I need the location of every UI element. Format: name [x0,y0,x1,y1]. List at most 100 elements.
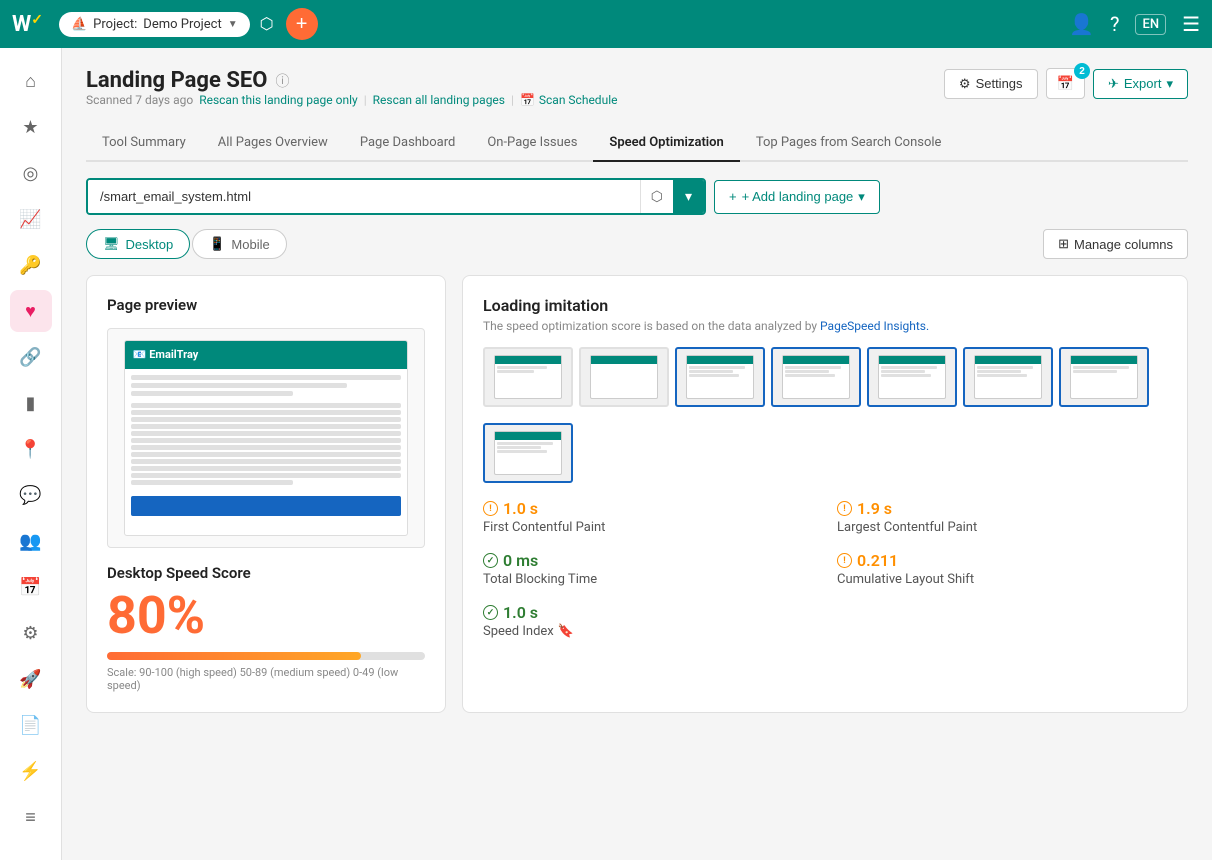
scanned-label: Scanned 7 days ago [86,93,193,107]
page-header: Landing Page SEO ⓘ Scanned 7 days ago Re… [86,68,1188,119]
pagespeed-link[interactable]: PageSpeed Insights. [820,319,929,333]
mock-line [131,383,347,388]
mobile-view-button[interactable]: 📱 Mobile [192,229,286,259]
scan-info: Scanned 7 days ago Rescan this landing p… [86,93,617,107]
metric-tbt-value: ✓ 0 ms [483,551,813,570]
thumb-header [591,356,658,364]
sidebar-item-analytics[interactable]: 📈 [10,198,52,240]
sidebar-item-home[interactable]: ⌂ [10,60,52,102]
screenshot-thumb-3[interactable] [675,347,765,407]
metric-si-value: ✓ 1.0 s [483,603,813,622]
plus-icon: + [729,189,737,204]
sidebar-item-rank[interactable]: ▮ [10,382,52,424]
sidebar-item-social[interactable]: 💬 [10,474,52,516]
calendar-small-icon: 📅 [520,93,535,107]
sidebar-item-links[interactable]: 🔗 [10,336,52,378]
sidebar-item-schedule[interactable]: 📅 [10,566,52,608]
open-project-link[interactable]: ⬡ [260,14,274,34]
metric-cls-label: Cumulative Layout Shift [837,572,1167,587]
sidebar-item-pdf[interactable]: 📄 [10,704,52,746]
screenshot-thumb-7[interactable] [1059,347,1149,407]
rescan-all-link[interactable]: Rescan all landing pages [373,93,505,107]
left-card: Page preview 📧 EmailTray [86,275,446,713]
speed-scale-label: Scale: 90-100 (high speed) 50-89 (medium… [107,666,425,692]
sidebar-item-team[interactable]: 👥 [10,520,52,562]
speed-score-title: Desktop Speed Score [107,564,425,582]
screenshot-thumb-1[interactable] [483,347,573,407]
mock-logo: 📧 EmailTray [133,348,199,361]
sidebar-item-globe[interactable]: ◎ [10,152,52,194]
help-icon[interactable]: ? [1110,12,1119,36]
warn-icon: ! [483,501,498,516]
sidebar-item-keywords[interactable]: 🔑 [10,244,52,286]
desktop-view-button[interactable]: 🖥 Desktop [86,229,190,259]
sidebar-item-automation[interactable]: ⚡ [10,750,52,792]
screenshot-thumb-4[interactable] [771,347,861,407]
rescan-page-link[interactable]: Rescan this landing page only [199,93,358,107]
mock-line [131,480,293,485]
info-icon[interactable]: ⓘ [275,71,289,91]
metric-tbt: ✓ 0 ms Total Blocking Time [483,551,813,587]
screenshot-thumb-5[interactable] [867,347,957,407]
screenshot-thumb-2[interactable] [579,347,669,407]
tab-page-dashboard[interactable]: Page Dashboard [344,125,472,162]
chevron-icon: ▾ [1166,76,1173,92]
calendar-button[interactable]: 📅 2 [1046,68,1085,99]
speed-bar-wrap [107,652,425,660]
metric-si: ✓ 1.0 s Speed Index 🔖 [483,603,813,639]
screenshots-row [483,347,1167,407]
menu-icon[interactable]: ☰ [1182,12,1200,36]
metric-cls: ! 0.211 Cumulative Layout Shift [837,551,1167,587]
metric-lcp: ! 1.9 s Largest Contentful Paint [837,499,1167,535]
scan-schedule-link[interactable]: 📅 Scan Schedule [520,93,618,107]
url-open-button[interactable]: ⬡ [640,180,673,213]
screenshots-row-2 [483,423,1167,483]
logo-check: ✓ [31,12,43,28]
add-button[interactable]: + [286,8,318,40]
url-input-wrap: ⬡ ▾ [86,178,706,215]
chevron-down-icon: ▼ [228,19,238,30]
settings-button[interactable]: ⚙ Settings [944,69,1038,99]
tab-on-page-issues[interactable]: On-Page Issues [471,125,593,162]
tab-all-pages[interactable]: All Pages Overview [202,125,344,162]
right-card: Loading imitation The speed optimization… [462,275,1188,713]
mock-content [125,369,407,522]
export-button[interactable]: ✈ Export ▾ [1093,69,1188,99]
tab-top-pages[interactable]: Top Pages from Search Console [740,125,958,162]
sidebar-item-reports[interactable]: ≡ [10,796,52,838]
sidebar-item-settings[interactable]: ⚙ [10,612,52,654]
tab-speed-optimization[interactable]: Speed Optimization [593,125,739,162]
sidebar-item-landing[interactable]: ♥ [10,290,52,332]
page-title: Landing Page SEO [86,68,267,93]
mock-line [131,375,401,380]
loading-title: Loading imitation [483,296,1167,315]
sidebar-item-rocket[interactable]: 🚀 [10,658,52,700]
warn-icon: ! [837,553,852,568]
tab-tool-summary[interactable]: Tool Summary [86,125,202,162]
url-bar-row: ⬡ ▾ + + Add landing page ▾ [86,178,1188,215]
thumb-lines [687,364,754,379]
url-dropdown-button[interactable]: ▾ [673,180,704,213]
metric-cls-value: ! 0.211 [837,551,1167,570]
screenshot-thumb-8[interactable] [483,423,573,483]
sidebar-item-favorites[interactable]: ★ [10,106,52,148]
sidebar-item-local[interactable]: 📍 [10,428,52,470]
sidebar: ⌂ ★ ◎ 📈 🔑 ♥ 🔗 ▮ 📍 💬 👥 📅 ⚙ 🚀 📄 ⚡ ≡ [0,48,62,860]
thumb-mock [1070,355,1139,400]
add-landing-page-button[interactable]: + + Add landing page ▾ [714,180,880,214]
screenshot-thumb-6[interactable] [963,347,1053,407]
thumb-header [879,356,946,364]
mock-col [131,403,401,485]
manage-columns-button[interactable]: ⊞ Manage columns [1043,229,1188,259]
language-selector[interactable]: EN [1135,14,1166,35]
mock-line [131,403,401,408]
thumb-header [495,432,562,440]
thumb-lines [495,440,562,455]
account-icon[interactable]: 👤 [1069,12,1094,36]
logo: W✓ [12,12,43,37]
page-preview-image: 📧 EmailTray [107,328,425,548]
mock-line [131,391,293,396]
url-input[interactable] [88,180,640,213]
project-selector[interactable]: ⛵ Project: Demo Project ▼ [59,12,250,37]
thumb-lines [879,364,946,379]
